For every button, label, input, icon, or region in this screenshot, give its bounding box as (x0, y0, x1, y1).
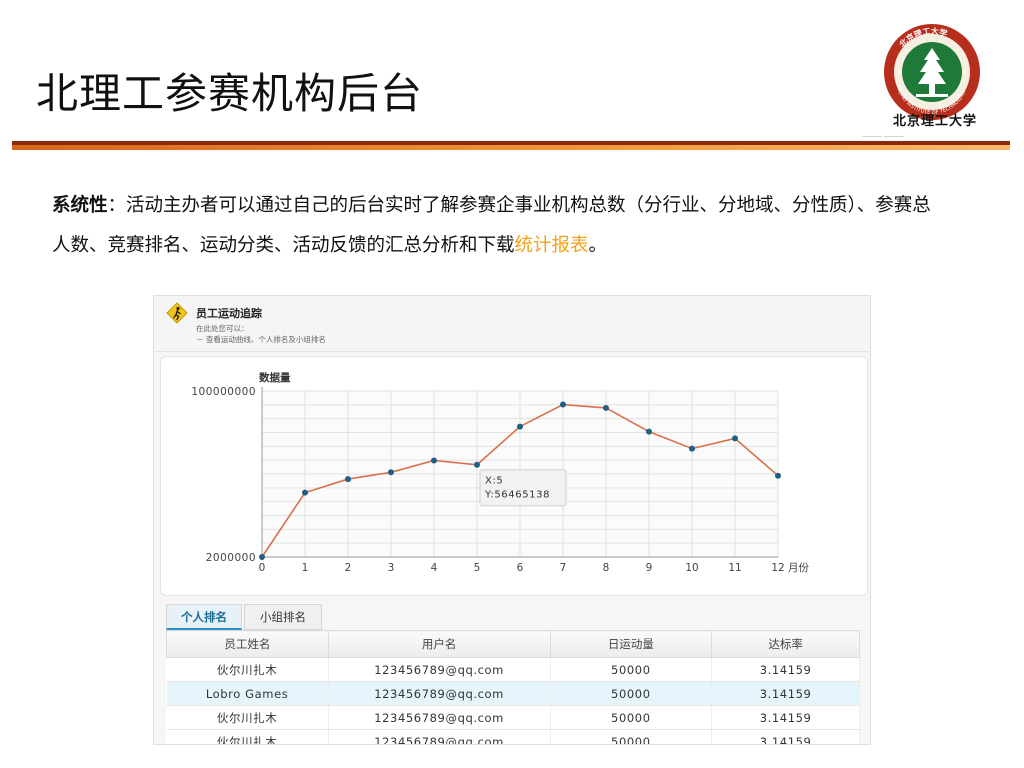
ranking-table: 员工姓名 用户名 日运动量 达标率 伙尔川扎木 123456789@qq.com… (166, 630, 860, 744)
app-hint-line1: 在此处您可以： (196, 324, 249, 333)
cell-username: 123456789@qq.com (328, 657, 551, 682)
y-tick-label: 100000000 (191, 386, 256, 398)
description-end: 。 (588, 235, 608, 256)
x-axis-label: 月份 (788, 562, 809, 574)
x-tick-label: 4 (431, 562, 438, 574)
tooltip-y-value: Y:56465138 (484, 490, 550, 501)
description-body: 活动主办者可以通过自己的后台实时了解参赛企事业机构总数（分行业、分地域、分性质）… (52, 195, 931, 256)
cell-username: 123456789@qq.com (328, 729, 551, 744)
description-label: 系统性 (52, 195, 108, 216)
cell-name: 伙尔川扎木 (166, 657, 329, 682)
app-header: 员工运动追踪 在此处您可以： － 查看运动曲线、个人排名及小组排名 (154, 296, 870, 352)
x-tick-label: 8 (603, 562, 610, 574)
tab-group-ranking[interactable]: 小组排名 (244, 604, 322, 630)
description-separator: ： (107, 195, 127, 216)
cell-username: 123456789@qq.com (328, 681, 551, 706)
column-header-rate[interactable]: 达标率 (711, 630, 860, 658)
data-point (603, 404, 609, 411)
app-title: 员工运动追踪 (196, 307, 262, 320)
x-tick-label: 7 (560, 562, 567, 574)
description-paragraph: 系统性：活动主办者可以通过自己的后台实时了解参赛企事业机构总数（分行业、分地域、… (52, 186, 932, 266)
x-tick-label: 9 (646, 562, 653, 574)
column-header-name[interactable]: 员工姓名 (166, 630, 329, 658)
data-point (302, 489, 308, 496)
x-tick-label: 10 (685, 562, 698, 574)
app-hint-line2: － 查看运动曲线、个人排名及小组排名 (196, 335, 326, 344)
data-point (646, 428, 652, 435)
cell-rate: 3.14159 (711, 705, 860, 730)
data-point (732, 435, 738, 442)
statistics-report-link[interactable]: 统计报表 (515, 235, 589, 256)
slide-title: 北理工参赛机构后台 (36, 69, 424, 118)
cell-username: 123456789@qq.com (328, 705, 551, 730)
cell-name: 伙尔川扎木 (166, 729, 329, 744)
x-tick-label: 12 (771, 562, 784, 574)
tooltip-x-value: X:5 (485, 476, 503, 487)
x-tick-label: 6 (517, 562, 524, 574)
column-header-daily-amount[interactable]: 日运动量 (549, 630, 713, 658)
data-point (259, 554, 265, 560)
y-axis-label: 数据量 (258, 371, 291, 384)
data-point (517, 423, 523, 430)
data-point (345, 476, 351, 483)
cell-name: Lobro Games (166, 681, 329, 706)
header-rule-orange (12, 145, 1010, 150)
tab-personal-ranking[interactable]: 个人排名 (166, 604, 242, 630)
table-row[interactable]: 伙尔川扎木 123456789@qq.com 50000 3.14159 (166, 657, 860, 682)
x-tick-label: 2 (345, 562, 352, 574)
table-row[interactable]: 伙尔川扎木 123456789@qq.com 50000 3.14159 (166, 705, 860, 730)
cell-rate: 3.14159 (711, 729, 860, 744)
logo-small-text: ———— ———— (862, 134, 904, 140)
cell-daily-amount: 50000 (550, 681, 713, 706)
app-screenshot: 员工运动追踪 在此处您可以： － 查看运动曲线、个人排名及小组排名 数据量 200… (153, 295, 871, 745)
x-tick-label: 11 (728, 562, 741, 574)
data-point (388, 469, 394, 476)
x-tick-label: 5 (474, 562, 481, 574)
data-point (689, 445, 695, 452)
table-row[interactable]: Lobro Games 123456789@qq.com 50000 3.141… (166, 681, 860, 706)
logo-caption: 北京理工大学 (892, 114, 977, 129)
cell-name: 伙尔川扎木 (166, 705, 329, 730)
data-point (560, 401, 566, 408)
line-chart-panel: 数据量 2000000 100000000 0 1 2 3 4 5 6 7 8 9 10 11 12 月份 X:5… (160, 356, 868, 596)
x-tick-label: 0 (259, 562, 266, 574)
line-chart: 数据量20000001000000000 1 2 3 4 5 6 7 8 9 10 11 12 月份X:5… (191, 371, 809, 574)
cell-rate: 3.14159 (711, 681, 860, 706)
cell-rate: 3.14159 (711, 657, 860, 682)
cell-daily-amount: 50000 (550, 729, 713, 744)
x-tick-label: 3 (388, 562, 395, 574)
x-tick-label: 1 (302, 562, 309, 574)
table-row[interactable]: 伙尔川扎木 123456789@qq.com 50000 3.14159 (166, 729, 860, 744)
cell-daily-amount: 50000 (550, 705, 713, 730)
runner-icon (166, 302, 188, 324)
data-point (431, 457, 437, 464)
cell-daily-amount: 50000 (550, 657, 713, 682)
data-point (474, 461, 480, 468)
y-tick-label: 2000000 (206, 552, 256, 564)
column-header-username[interactable]: 用户名 (327, 630, 551, 658)
table-header-row: 员工姓名 用户名 日运动量 达标率 (166, 630, 860, 658)
chart-tooltip: X:5 Y:56465138 (479, 469, 567, 507)
data-point (775, 472, 781, 479)
